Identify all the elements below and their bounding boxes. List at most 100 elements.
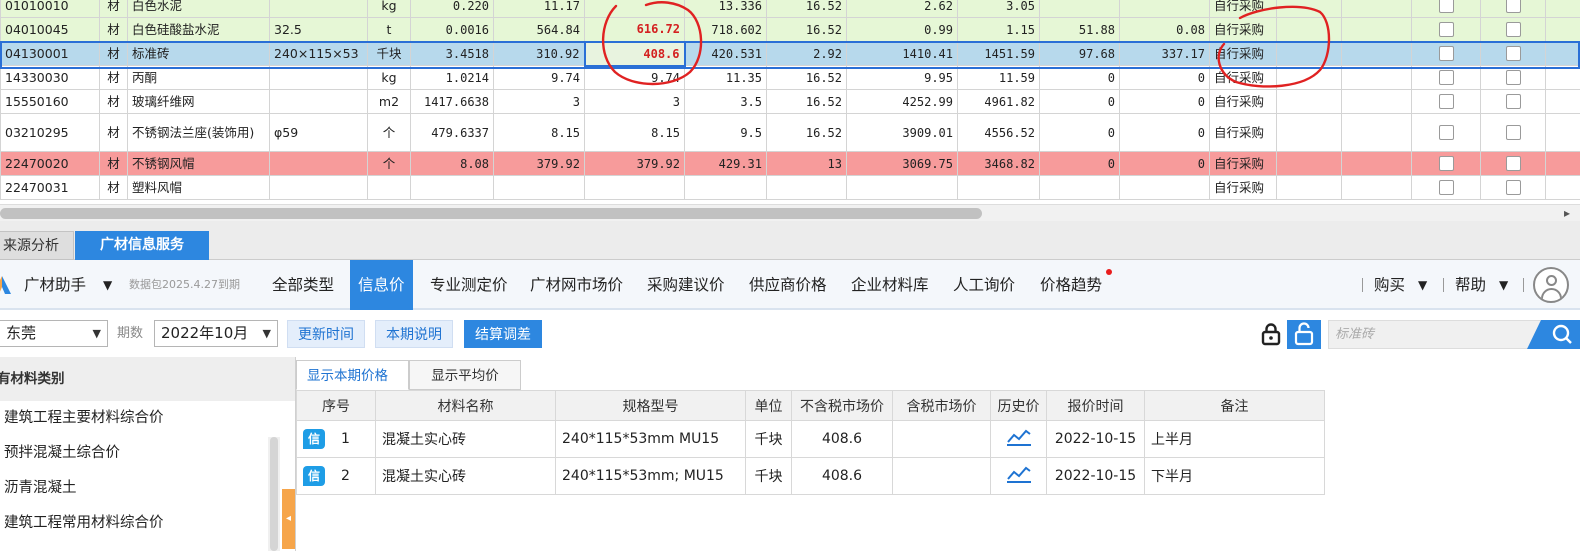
grid-cell-kind[interactable]: 材 [99,89,128,114]
buy-menu[interactable]: 购买 [1374,260,1405,310]
col-header[interactable]: 报价时间 [1046,390,1145,421]
grid-cell-name[interactable]: 白色水泥 [127,0,270,18]
info-price-badge[interactable]: 信 [303,466,325,486]
grid-cell-code[interactable]: 03210295 [0,113,100,152]
material-name-cell[interactable]: 混凝土实心砖 [375,457,556,495]
grid-cell-c6[interactable]: 310.92 [493,41,585,66]
grid-cell-qty[interactable] [410,175,494,200]
region-select[interactable]: 东莞 ▼ [0,320,108,347]
grid-cell-spec[interactable] [269,65,368,90]
update-time-button[interactable]: 更新时间 [287,320,365,348]
grid-cell-qty[interactable]: 3.4518 [410,41,494,66]
row-checkbox[interactable] [1438,94,1454,109]
grid-cell-c8[interactable]: 11.35 [684,65,767,90]
grid-cell-unit[interactable]: t [367,17,411,42]
row-checkbox[interactable] [1438,180,1454,195]
grid-cell-name[interactable]: 标准砖 [127,41,270,66]
spec-cell[interactable]: 240*115*53mm MU15 [555,420,746,458]
grid-cell-c13[interactable]: 0.08 [1119,17,1210,42]
grid-cell-c9[interactable]: 16.52 [766,113,847,152]
grid-cell-c8[interactable]: 3.5 [684,89,767,114]
grid-cell-c7[interactable]: 3 [584,89,685,114]
grid-cell-c9[interactable]: 2.92 [766,41,847,66]
tab-material-info-service[interactable]: 广材信息服务 [75,231,209,260]
col-header[interactable]: 材料名称 [375,390,556,421]
grid-cell-spec[interactable]: 32.5 [269,17,368,42]
grid-cell-name[interactable]: 不锈钢风帽 [127,151,270,176]
buy-chevron-down-icon[interactable]: ▼ [1418,260,1427,310]
grid-cell-c12[interactable]: 0 [1039,89,1120,114]
grid-cell-unit[interactable]: 个 [367,113,411,152]
grid-cell-c6[interactable]: 8.15 [493,113,585,152]
grid-cell-c8[interactable]: 9.5 [684,113,767,152]
col-header[interactable]: 规格型号 [555,390,746,421]
row-checkbox[interactable] [1505,46,1521,61]
scrollbar-thumb[interactable] [0,208,982,219]
grid-row[interactable]: 01010010 材白色水泥 kg 0.220 11.17 13.336 16.52 2.62… [0,0,1580,18]
unit-cell[interactable]: 千块 [745,457,792,495]
grid-cell-qty[interactable]: 0.0016 [410,17,494,42]
grid-cell-c10[interactable]: 4252.99 [846,89,958,114]
grid-cell-code[interactable]: 15550160 [0,89,100,114]
grid-cell-c7[interactable]: 9.74 [584,65,685,90]
row-checkbox[interactable] [1505,70,1521,85]
grid-cell-kind[interactable]: 材 [99,113,128,152]
assistant-menu[interactable]: 广材助手 [24,260,86,310]
grid-cell-c9[interactable]: 16.52 [766,89,847,114]
user-avatar-icon[interactable] [1533,267,1569,303]
table-row[interactable]: 信 1 混凝土实心砖 240*115*53mm MU15 千块 408.6 2022-10-… [296,420,1325,458]
grid-cell-c9[interactable]: 13 [766,151,847,176]
grid-cell-name[interactable]: 不锈钢法兰座(装饰用) [127,113,270,152]
history-price-cell[interactable] [990,420,1047,458]
grid-row[interactable]: 04010045 材白色硅酸盐水泥 32.5 t 0.0016 564.84 616.72 7… [0,17,1580,42]
row-checkbox[interactable] [1438,125,1454,140]
row-checkbox[interactable] [1438,70,1454,85]
grid-cell-c13[interactable]: 0 [1119,113,1210,152]
grid-cell-c11[interactable]: 4556.52 [957,113,1040,152]
grid-cell-kind[interactable]: 材 [99,17,128,42]
category-item[interactable]: 沥青混凝土 [0,471,295,506]
col-header[interactable]: 历史价 [990,390,1047,421]
nav-price-trend[interactable]: 价格趋势 [1040,260,1102,310]
grid-cell-c7[interactable]: 408.6 [583,40,686,67]
grid-cell-spec[interactable]: 240×115×53 [269,41,368,66]
quote-date-cell[interactable]: 2022-10-15 [1046,420,1145,458]
period-notes-button[interactable]: 本期说明 [375,320,453,348]
tab-average-price[interactable]: 显示平均价 [409,360,521,390]
grid-cell-c12[interactable]: 97.68 [1039,41,1120,66]
nav-purchase-suggestion[interactable]: 采购建议价 [647,260,725,310]
grid-cell-c10[interactable]: 1410.41 [846,41,958,66]
col-header[interactable]: 不含税市场价 [791,390,893,421]
grid-cell-unit[interactable]: 千块 [367,41,411,66]
grid-cell-qty[interactable]: 1417.6638 [410,89,494,114]
grid-cell-kind[interactable]: 材 [99,41,128,66]
grid-cell-kind[interactable]: 材 [99,175,128,200]
grid-cell-c7[interactable] [584,175,685,200]
row-checkbox[interactable] [1505,22,1521,37]
grid-cell-c13[interactable] [1119,0,1210,18]
lock-icon[interactable] [1260,322,1282,346]
grid-cell-method[interactable]: 自行采购 [1209,175,1277,200]
grid-cell-c9[interactable]: 16.52 [766,17,847,42]
help-menu[interactable]: 帮助 [1455,260,1486,310]
grid-cell-c12[interactable]: 51.88 [1039,17,1120,42]
history-price-cell[interactable] [990,457,1047,495]
grid-cell-c12[interactable]: 0 [1039,65,1120,90]
help-chevron-down-icon[interactable]: ▼ [1499,260,1508,310]
grid-cell-unit[interactable] [367,175,411,200]
tab-source-analysis[interactable]: 来源分析 [0,231,74,260]
grid-cell-c10[interactable]: 3069.75 [846,151,958,176]
grid-cell-name[interactable]: 塑料风帽 [127,175,270,200]
grid-cell-name[interactable]: 丙酮 [127,65,270,90]
grid-cell-c10[interactable]: 0.99 [846,17,958,42]
price-ex-tax-cell[interactable]: 408.6 [791,420,893,458]
grid-cell-spec[interactable] [269,89,368,114]
category-scrollbar[interactable] [268,437,280,551]
grid-cell-spec[interactable]: φ59 [269,113,368,152]
price-trend-chart-icon[interactable] [1006,465,1032,483]
search-input[interactable]: 标准砖 [1328,320,1548,349]
settle-adjust-button[interactable]: 结算调差 [464,320,542,348]
grid-cell-c8[interactable]: 718.602 [684,17,767,42]
grid-cell-spec[interactable] [269,0,368,18]
grid-cell-method[interactable]: 自行采购 [1209,113,1277,152]
